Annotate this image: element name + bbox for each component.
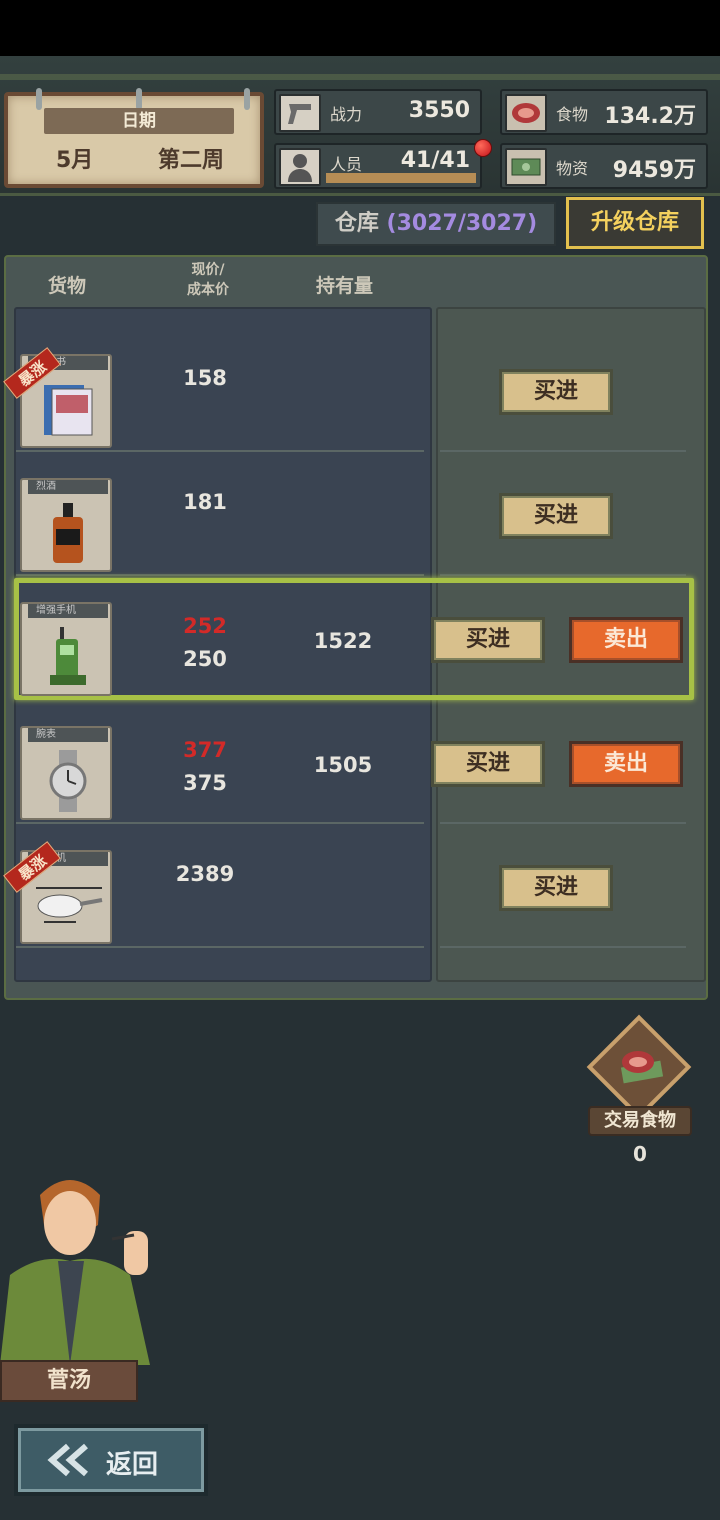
stat-people[interactable]: 人员 41/41	[274, 143, 482, 189]
notification-dot	[474, 139, 492, 157]
sell-button[interactable]: 卖出	[569, 741, 683, 787]
character-portrait	[0, 1165, 170, 1365]
stat-supplies[interactable]: 物资 9459万	[500, 143, 708, 189]
row-divider	[440, 946, 686, 948]
date-month: 5月	[56, 148, 94, 173]
gun-icon	[279, 94, 321, 132]
row-divider	[16, 946, 424, 948]
pin-icon	[244, 88, 250, 110]
double-arrow-left-icon	[46, 1440, 96, 1489]
row-divider	[440, 450, 686, 452]
item-cost: 250	[183, 647, 227, 671]
item-holding: 1522	[313, 629, 373, 653]
warehouse-capacity-paren: (3027/3027)	[386, 211, 538, 236]
date-label: 日期	[44, 108, 234, 134]
row-divider	[16, 574, 424, 576]
pin-icon	[136, 88, 142, 110]
row-divider	[440, 822, 686, 824]
buy-button[interactable]: 买进	[431, 741, 545, 787]
header-goods: 货物	[48, 275, 87, 297]
item-cost: 375	[183, 771, 227, 795]
steak-icon	[616, 1046, 666, 1095]
stat-supplies-value: 9459万	[612, 158, 696, 183]
stat-power[interactable]: 战力 3550	[274, 89, 482, 135]
header-price-line1: 现价/	[191, 262, 225, 278]
stat-food-value: 134.2万	[604, 104, 696, 129]
item-holding: 1505	[313, 753, 373, 777]
warehouse-label: 仓库	[334, 211, 379, 236]
sell-button[interactable]: 卖出	[569, 617, 683, 663]
steak-icon	[505, 94, 547, 132]
warehouse-capacity-value: 3027/3027	[396, 211, 528, 236]
hud-edge	[0, 74, 720, 80]
stat-power-value: 3550	[408, 98, 470, 123]
row-divider	[440, 574, 686, 576]
pin-icon	[36, 88, 42, 110]
radio-phone-icon	[36, 624, 100, 690]
row-divider	[16, 822, 424, 824]
money-icon	[505, 148, 547, 186]
item-price: 181	[183, 490, 227, 514]
buy-button[interactable]: 买进	[499, 493, 613, 539]
status-bar	[0, 0, 720, 56]
item-price: 377	[183, 738, 227, 762]
stat-food[interactable]: 食物 134.2万	[500, 89, 708, 135]
trade-food-count: 0	[633, 1142, 647, 1166]
character-name: 菅汤	[0, 1360, 138, 1402]
item-thumbnail: 烈酒	[20, 478, 112, 572]
item-name: 增强手机	[28, 604, 108, 618]
people-progress-bar	[326, 173, 476, 183]
stat-food-label: 食物	[556, 105, 589, 124]
warehouse-capacity: 仓库 (3027/3027)	[316, 202, 556, 246]
row-divider	[16, 450, 424, 452]
comic-book-icon	[36, 376, 100, 442]
buy-button[interactable]: 买进	[499, 865, 613, 911]
header-price-line2: 成本价	[187, 282, 229, 298]
item-thumbnail: 腕表	[20, 726, 112, 820]
back-label: 返回	[106, 1450, 159, 1480]
item-name: 烈酒	[28, 480, 108, 494]
watch-icon	[36, 748, 100, 814]
helicopter-icon	[28, 872, 108, 938]
date-card: 日期 5月 第二周	[4, 88, 264, 188]
item-price: 2389	[175, 862, 235, 886]
item-price: 252	[183, 614, 227, 638]
stat-supplies-label: 物资	[556, 159, 589, 178]
item-price: 158	[183, 366, 227, 390]
item-thumbnail: 增强手机	[20, 602, 112, 696]
header-holding: 持有量	[316, 275, 374, 297]
item-name: 腕表	[28, 728, 108, 742]
stat-people-label: 人员	[330, 155, 363, 174]
buy-button[interactable]: 买进	[431, 617, 545, 663]
liquor-bottle-icon	[36, 500, 100, 566]
stat-power-label: 战力	[330, 105, 363, 124]
trade-food-label[interactable]: 交易食物	[588, 1106, 692, 1136]
buy-button[interactable]: 买进	[499, 369, 613, 415]
person-icon	[279, 148, 321, 186]
date-week: 第二周	[158, 148, 225, 173]
stat-people-value: 41/41	[400, 148, 470, 173]
upgrade-warehouse-button[interactable]: 升级仓库	[566, 197, 704, 249]
back-button[interactable]: 返回	[14, 1424, 208, 1496]
